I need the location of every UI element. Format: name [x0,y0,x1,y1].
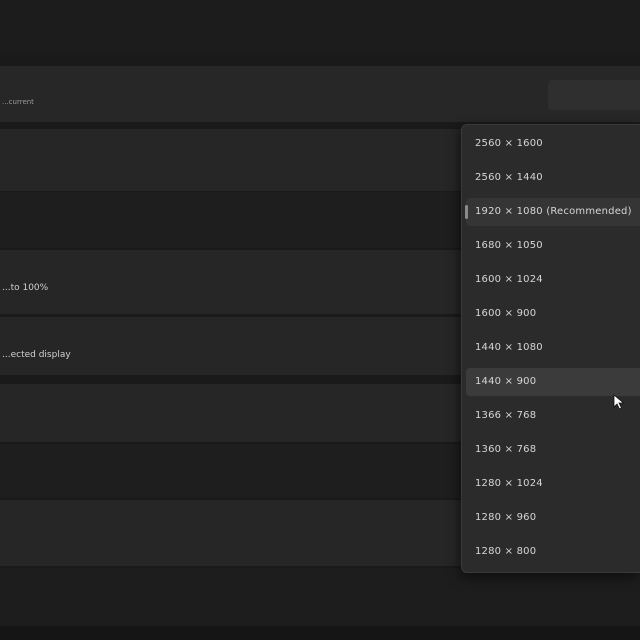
bottom-area [0,568,640,626]
resolution-option[interactable]: 1600 × 1024 [466,266,640,294]
resolution-option[interactable]: 1360 × 768 [466,436,640,464]
resolution-option[interactable]: 1280 × 1024 [466,470,640,498]
resolution-option[interactable]: 1440 × 1080 [466,334,640,362]
display-settings-screen: ...current ...to 100% ...ected display 2… [0,0,640,640]
resolution-option-label: 1440 × 1080 [475,342,543,353]
resolution-option-label: 1920 × 1080 (Recommended) [475,206,632,217]
resolution-option-label: 1680 × 1050 [475,240,543,251]
resolution-option-selected[interactable]: 1920 × 1080 (Recommended) [465,198,640,226]
resolution-option-label: 1600 × 1024 [475,274,543,285]
resolution-dropdown-menu: 2560 × 1600 2560 × 1440 1920 × 1080 (Rec… [461,124,640,573]
resolution-option-label: 1280 × 800 [475,546,537,557]
bottom-edge [0,626,640,640]
resolution-option[interactable]: 1280 × 800 [466,538,640,566]
resolution-option-label: 2560 × 1440 [475,172,543,183]
mouse-pointer-icon [613,394,625,410]
selection-indicator [465,205,468,219]
resolution-caption: ...current [2,98,34,106]
resolution-option[interactable]: 2560 × 1600 [466,130,640,158]
resolution-option-label: 1440 × 900 [475,376,537,387]
resolution-dropdown[interactable] [548,80,640,110]
resolution-option[interactable]: 1280 × 960 [466,504,640,532]
resolution-option-label: 1360 × 768 [475,444,537,455]
settings-row-label: ...ected display [2,350,71,360]
resolution-option-hovered[interactable]: 1440 × 900 [466,368,640,396]
top-bar [0,0,640,52]
resolution-option[interactable]: 1680 × 1050 [466,232,640,260]
resolution-option-label: 1366 × 768 [475,410,537,421]
resolution-option-label: 1280 × 960 [475,512,537,523]
resolution-option[interactable]: 1600 × 900 [466,300,640,328]
resolution-option-label: 2560 × 1600 [475,138,543,149]
resolution-option-label: 1280 × 1024 [475,478,543,489]
resolution-option-label: 1600 × 900 [475,308,537,319]
display-resolution-panel [0,66,640,122]
resolution-option[interactable]: 2560 × 1440 [466,164,640,192]
settings-row-label: ...to 100% [2,283,49,293]
